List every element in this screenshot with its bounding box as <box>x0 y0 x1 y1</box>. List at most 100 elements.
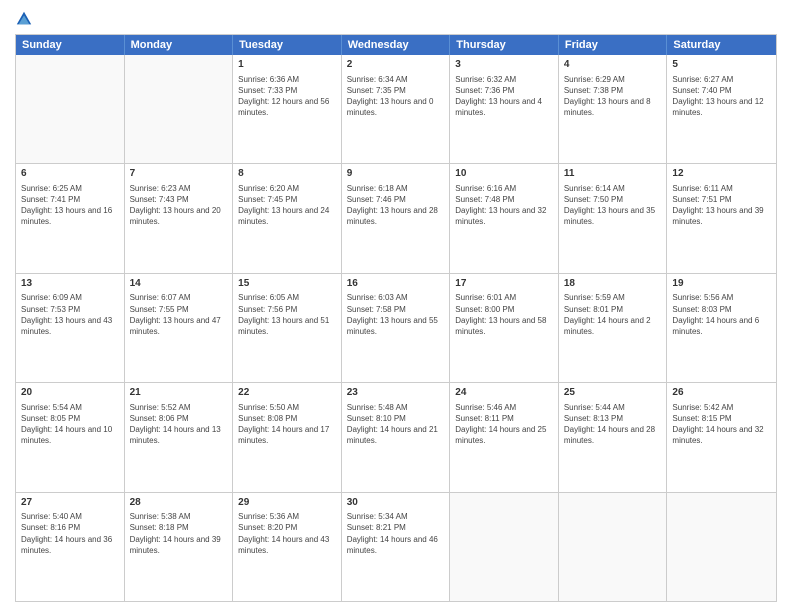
day-cell-empty <box>667 493 776 601</box>
day-cell-26: 26 Sunrise: 5:42 AM Sunset: 8:15 PM Dayli… <box>667 383 776 491</box>
day-header-saturday: Saturday <box>667 35 776 55</box>
day-info: Sunrise: 6:20 AM Sunset: 7:45 PM Dayligh… <box>238 183 336 228</box>
day-info: Sunrise: 5:40 AM Sunset: 8:16 PM Dayligh… <box>21 511 119 556</box>
day-info: Sunrise: 5:59 AM Sunset: 8:01 PM Dayligh… <box>564 292 662 337</box>
day-number: 20 <box>21 386 119 400</box>
day-info: Sunrise: 5:38 AM Sunset: 8:18 PM Dayligh… <box>130 511 228 556</box>
day-number: 30 <box>347 496 445 510</box>
day-info: Sunrise: 5:52 AM Sunset: 8:06 PM Dayligh… <box>130 402 228 447</box>
day-number: 8 <box>238 167 336 181</box>
day-cell-22: 22 Sunrise: 5:50 AM Sunset: 8:08 PM Dayli… <box>233 383 342 491</box>
day-number: 28 <box>130 496 228 510</box>
day-info: Sunrise: 6:25 AM Sunset: 7:41 PM Dayligh… <box>21 183 119 228</box>
day-info: Sunrise: 6:27 AM Sunset: 7:40 PM Dayligh… <box>672 74 771 119</box>
day-header-thursday: Thursday <box>450 35 559 55</box>
calendar-header-row: SundayMondayTuesdayWednesdayThursdayFrid… <box>16 35 776 55</box>
day-number: 19 <box>672 277 771 291</box>
day-info: Sunrise: 5:56 AM Sunset: 8:03 PM Dayligh… <box>672 292 771 337</box>
day-number: 1 <box>238 58 336 72</box>
day-cell-15: 15Sunrise: 6:05 AM Sunset: 7:56 PM Dayli… <box>233 274 342 382</box>
day-cell-4: 4 Sunrise: 6:29 AM Sunset: 7:38 PM Daylig… <box>559 55 668 163</box>
calendar-row-2: 6 Sunrise: 6:25 AM Sunset: 7:41 PM Daylig… <box>16 163 776 272</box>
day-cell-14: 14Sunrise: 6:07 AM Sunset: 7:55 PM Dayli… <box>125 274 234 382</box>
day-cell-empty <box>125 55 234 163</box>
day-number: 5 <box>672 58 771 72</box>
day-number: 15 <box>238 277 336 291</box>
day-cell-9: 9Sunrise: 6:18 AM Sunset: 7:46 PM Daylig… <box>342 164 451 272</box>
day-info: Sunrise: 5:44 AM Sunset: 8:13 PM Dayligh… <box>564 402 662 447</box>
day-cell-17: 17Sunrise: 6:01 AM Sunset: 8:00 PM Dayli… <box>450 274 559 382</box>
day-cell-empty <box>450 493 559 601</box>
day-header-tuesday: Tuesday <box>233 35 342 55</box>
day-header-monday: Monday <box>125 35 234 55</box>
day-cell-19: 19Sunrise: 5:56 AM Sunset: 8:03 PM Dayli… <box>667 274 776 382</box>
day-info: Sunrise: 5:36 AM Sunset: 8:20 PM Dayligh… <box>238 511 336 556</box>
day-cell-25: 25 Sunrise: 5:44 AM Sunset: 8:13 PM Dayli… <box>559 383 668 491</box>
calendar-row-4: 20 Sunrise: 5:54 AM Sunset: 8:05 PM Dayli… <box>16 382 776 491</box>
day-cell-21: 21 Sunrise: 5:52 AM Sunset: 8:06 PM Dayli… <box>125 383 234 491</box>
day-info: Sunrise: 6:32 AM Sunset: 7:36 PM Dayligh… <box>455 74 553 119</box>
day-number: 17 <box>455 277 553 291</box>
day-number: 22 <box>238 386 336 400</box>
day-number: 6 <box>21 167 119 181</box>
logo <box>15 10 37 28</box>
day-number: 4 <box>564 58 662 72</box>
day-number: 14 <box>130 277 228 291</box>
day-number: 13 <box>21 277 119 291</box>
day-cell-empty <box>559 493 668 601</box>
day-number: 24 <box>455 386 553 400</box>
day-cell-24: 24Sunrise: 5:46 AM Sunset: 8:11 PM Dayli… <box>450 383 559 491</box>
day-number: 11 <box>564 167 662 181</box>
day-cell-28: 28Sunrise: 5:38 AM Sunset: 8:18 PM Dayli… <box>125 493 234 601</box>
day-info: Sunrise: 6:16 AM Sunset: 7:48 PM Dayligh… <box>455 183 553 228</box>
day-info: Sunrise: 5:48 AM Sunset: 8:10 PM Dayligh… <box>347 402 445 447</box>
page: SundayMondayTuesdayWednesdayThursdayFrid… <box>0 0 792 612</box>
day-number: 23 <box>347 386 445 400</box>
day-cell-18: 18Sunrise: 5:59 AM Sunset: 8:01 PM Dayli… <box>559 274 668 382</box>
day-info: Sunrise: 6:14 AM Sunset: 7:50 PM Dayligh… <box>564 183 662 228</box>
day-cell-10: 10 Sunrise: 6:16 AM Sunset: 7:48 PM Dayli… <box>450 164 559 272</box>
day-info: Sunrise: 6:07 AM Sunset: 7:55 PM Dayligh… <box>130 292 228 337</box>
day-info: Sunrise: 5:42 AM Sunset: 8:15 PM Dayligh… <box>672 402 771 447</box>
day-number: 21 <box>130 386 228 400</box>
day-number: 26 <box>672 386 771 400</box>
day-info: Sunrise: 6:23 AM Sunset: 7:43 PM Dayligh… <box>130 183 228 228</box>
day-number: 25 <box>564 386 662 400</box>
day-cell-empty <box>16 55 125 163</box>
day-cell-1: 1 Sunrise: 6:36 AM Sunset: 7:33 PM Daylig… <box>233 55 342 163</box>
day-info: Sunrise: 6:11 AM Sunset: 7:51 PM Dayligh… <box>672 183 771 228</box>
calendar-row-3: 13Sunrise: 6:09 AM Sunset: 7:53 PM Dayli… <box>16 273 776 382</box>
day-cell-30: 30Sunrise: 5:34 AM Sunset: 8:21 PM Dayli… <box>342 493 451 601</box>
day-number: 2 <box>347 58 445 72</box>
day-info: Sunrise: 5:34 AM Sunset: 8:21 PM Dayligh… <box>347 511 445 556</box>
day-number: 10 <box>455 167 553 181</box>
day-info: Sunrise: 6:03 AM Sunset: 7:58 PM Dayligh… <box>347 292 445 337</box>
day-header-wednesday: Wednesday <box>342 35 451 55</box>
day-info: Sunrise: 6:05 AM Sunset: 7:56 PM Dayligh… <box>238 292 336 337</box>
day-info: Sunrise: 6:36 AM Sunset: 7:33 PM Dayligh… <box>238 74 336 119</box>
calendar-row-5: 27Sunrise: 5:40 AM Sunset: 8:16 PM Dayli… <box>16 492 776 601</box>
day-header-sunday: Sunday <box>16 35 125 55</box>
header <box>15 10 777 28</box>
day-cell-29: 29Sunrise: 5:36 AM Sunset: 8:20 PM Dayli… <box>233 493 342 601</box>
day-number: 3 <box>455 58 553 72</box>
day-number: 18 <box>564 277 662 291</box>
day-info: Sunrise: 5:50 AM Sunset: 8:08 PM Dayligh… <box>238 402 336 447</box>
day-info: Sunrise: 6:01 AM Sunset: 8:00 PM Dayligh… <box>455 292 553 337</box>
day-cell-11: 11 Sunrise: 6:14 AM Sunset: 7:50 PM Dayli… <box>559 164 668 272</box>
day-cell-8: 8 Sunrise: 6:20 AM Sunset: 7:45 PM Daylig… <box>233 164 342 272</box>
day-cell-2: 2Sunrise: 6:34 AM Sunset: 7:35 PM Daylig… <box>342 55 451 163</box>
day-cell-7: 7Sunrise: 6:23 AM Sunset: 7:43 PM Daylig… <box>125 164 234 272</box>
day-info: Sunrise: 6:09 AM Sunset: 7:53 PM Dayligh… <box>21 292 119 337</box>
day-number: 27 <box>21 496 119 510</box>
day-number: 12 <box>672 167 771 181</box>
day-cell-23: 23 Sunrise: 5:48 AM Sunset: 8:10 PM Dayli… <box>342 383 451 491</box>
logo-icon <box>15 10 33 28</box>
calendar-body: 1 Sunrise: 6:36 AM Sunset: 7:33 PM Daylig… <box>16 55 776 601</box>
day-info: Sunrise: 6:29 AM Sunset: 7:38 PM Dayligh… <box>564 74 662 119</box>
day-header-friday: Friday <box>559 35 668 55</box>
day-info: Sunrise: 5:54 AM Sunset: 8:05 PM Dayligh… <box>21 402 119 447</box>
day-cell-3: 3 Sunrise: 6:32 AM Sunset: 7:36 PM Daylig… <box>450 55 559 163</box>
day-cell-20: 20 Sunrise: 5:54 AM Sunset: 8:05 PM Dayli… <box>16 383 125 491</box>
calendar-row-1: 1 Sunrise: 6:36 AM Sunset: 7:33 PM Daylig… <box>16 55 776 163</box>
